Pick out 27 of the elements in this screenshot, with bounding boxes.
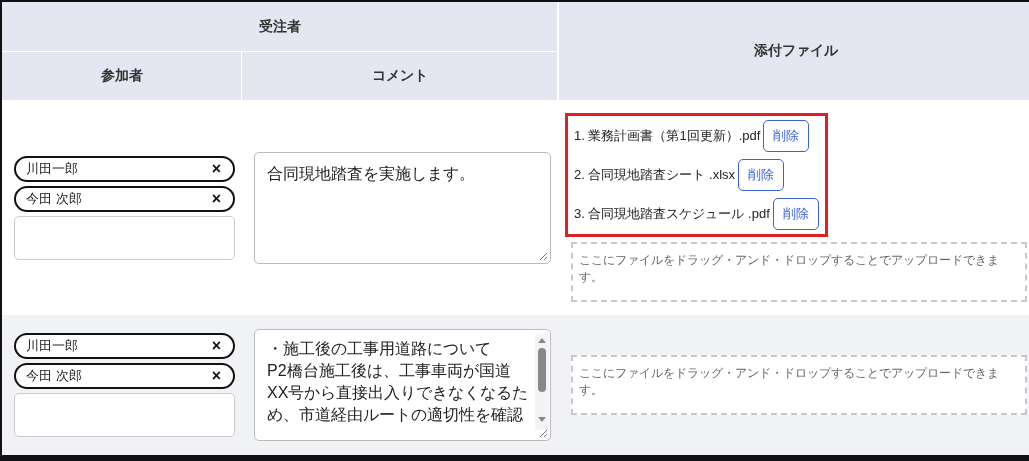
- file-name: 3. 合同現地踏査スケジュール .pdf: [574, 205, 770, 223]
- file-name: 2. 合同現地踏査シート .xlsx: [574, 166, 736, 184]
- participant-name: 今田 次郎: [26, 367, 82, 385]
- file-name: 1. 業務計画書（第1回更新）.pdf: [574, 127, 761, 145]
- comment-textarea[interactable]: ・施工後の工事用道路について P2橋台施工後は、工事車両が国道XX号から直接出入りできなくなるため、市道経由ルートの適切性を確認: [254, 329, 551, 441]
- scrollbar[interactable]: [535, 334, 549, 430]
- resize-grip-icon[interactable]: [539, 251, 548, 261]
- participant-name: 川田一郎: [26, 159, 78, 178]
- delete-button[interactable]: 削除: [738, 159, 785, 191]
- column-header: 添付ファイル: [557, 2, 1029, 100]
- comment-textarea[interactable]: 合同現地踏査を実施します。: [254, 151, 551, 264]
- file-drop-zone[interactable]: ここにファイルをドラッグ・アンド・ドロップすることでアップロードできます。: [571, 355, 1027, 415]
- delete-button[interactable]: 削除: [772, 198, 819, 230]
- remove-button[interactable]: ×: [209, 338, 223, 354]
- remove-button[interactable]: ×: [209, 368, 223, 384]
- delete-button[interactable]: 削除: [763, 120, 810, 152]
- file-drop-zone[interactable]: ここにファイルをドラッグ・アンド・ドロップすることでアップロードできます。: [571, 242, 1027, 302]
- remove-button[interactable]: ×: [209, 190, 223, 207]
- resize-grip-icon[interactable]: [539, 429, 548, 438]
- column-header: コメント: [242, 52, 557, 100]
- participant-name: 川田一郎: [26, 337, 78, 355]
- remove-button[interactable]: ×: [209, 160, 223, 177]
- participant-input[interactable]: [14, 215, 235, 260]
- column-header: 参加者: [2, 52, 242, 100]
- participant-name: 今田 次郎: [26, 189, 82, 208]
- participant-input[interactable]: [14, 393, 235, 437]
- column-group-header: 受注者: [2, 2, 557, 52]
